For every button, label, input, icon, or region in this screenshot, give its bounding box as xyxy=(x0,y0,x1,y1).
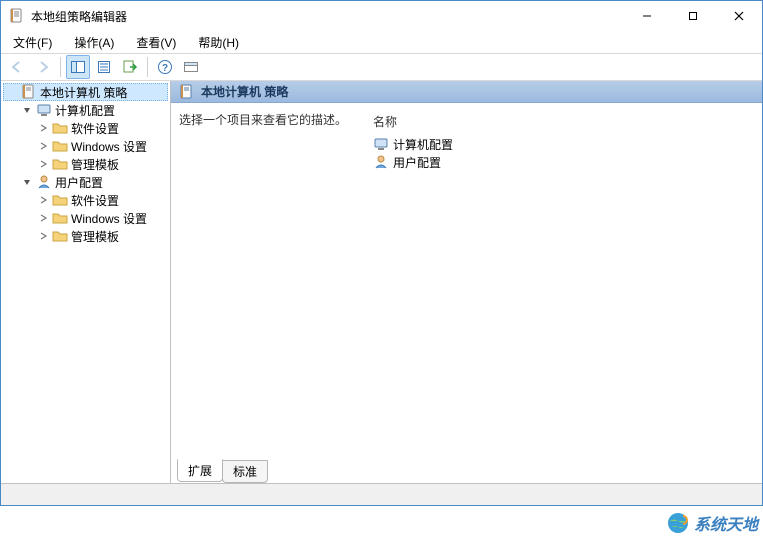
folder-icon xyxy=(52,138,68,154)
close-button[interactable] xyxy=(716,1,762,31)
description-pane: 选择一个项目来查看它的描述。 xyxy=(179,111,369,460)
globe-icon xyxy=(666,511,690,535)
tree-label: 软件设置 xyxy=(71,120,119,137)
minimize-button[interactable] xyxy=(624,1,670,31)
tree-admin-templates[interactable]: 管理模板 xyxy=(35,227,168,245)
tree-computer-config[interactable]: 计算机配置 xyxy=(19,101,168,119)
tree-panel: 本地计算机 策略 xyxy=(1,81,171,483)
tab-extended[interactable]: 扩展 xyxy=(177,459,223,482)
toolbar: ? xyxy=(1,53,762,81)
policy-doc-icon xyxy=(179,84,195,100)
tree-label: 管理模板 xyxy=(71,228,119,245)
status-bar xyxy=(1,483,762,505)
tree-root-label: 本地计算机 策略 xyxy=(40,84,127,101)
computer-icon xyxy=(36,102,52,118)
tab-standard[interactable]: 标准 xyxy=(222,460,268,483)
export-list-button[interactable] xyxy=(118,55,142,79)
menu-action[interactable]: 操作(A) xyxy=(68,32,120,53)
toolbar-separator xyxy=(147,57,148,77)
folder-icon xyxy=(52,156,68,172)
menu-view[interactable]: 查看(V) xyxy=(130,32,182,53)
tree-root[interactable]: 本地计算机 策略 xyxy=(3,83,168,101)
tree-label: 计算机配置 xyxy=(55,102,115,119)
computer-icon xyxy=(373,136,389,152)
tree-label: 管理模板 xyxy=(71,156,119,173)
watermark-text: 系统天地 xyxy=(694,511,758,535)
content-area: 选择一个项目来查看它的描述。 名称 xyxy=(171,103,762,460)
list-items: 计算机配置 用户配置 xyxy=(369,131,754,171)
folder-icon xyxy=(52,210,68,226)
tree-label: 用户配置 xyxy=(55,174,103,191)
show-hide-tree-button[interactable] xyxy=(66,55,90,79)
chevron-down-icon[interactable] xyxy=(21,104,33,116)
list-item-label: 计算机配置 xyxy=(393,136,453,153)
back-button[interactable] xyxy=(5,55,29,79)
policy-doc-icon xyxy=(21,84,37,100)
tree-software-settings[interactable]: 软件设置 xyxy=(35,119,168,137)
svg-text:?: ? xyxy=(162,63,168,74)
chevron-right-icon[interactable] xyxy=(37,194,49,206)
tab-label: 标准 xyxy=(233,465,257,479)
properties-button[interactable] xyxy=(92,55,116,79)
chevron-right-icon[interactable] xyxy=(37,140,49,152)
folder-icon xyxy=(52,192,68,208)
right-panel: 本地计算机 策略 选择一个项目来查看它的描述。 名称 xyxy=(171,81,762,483)
tree-label: Windows 设置 xyxy=(71,210,147,227)
title-bar: 本地组策略编辑器 xyxy=(1,1,762,31)
filter-button[interactable] xyxy=(179,55,203,79)
result-header-title: 本地计算机 策略 xyxy=(201,83,288,100)
tree-admin-templates[interactable]: 管理模板 xyxy=(35,155,168,173)
window-controls xyxy=(624,1,762,31)
chevron-right-icon[interactable] xyxy=(37,158,49,170)
tabs-row: 扩展 标准 xyxy=(171,459,762,483)
tree-label: Windows 设置 xyxy=(71,138,147,155)
toolbar-separator xyxy=(60,57,61,77)
tree-windows-settings[interactable]: Windows 设置 xyxy=(35,137,168,155)
window-title: 本地组策略编辑器 xyxy=(31,8,127,25)
menu-file[interactable]: 文件(F) xyxy=(7,32,58,53)
list-item-user-config[interactable]: 用户配置 xyxy=(369,153,754,171)
user-icon xyxy=(36,174,52,190)
maximize-button[interactable] xyxy=(670,1,716,31)
navigation-tree[interactable]: 本地计算机 策略 xyxy=(3,83,168,245)
gpedit-window: 本地组策略编辑器 文件(F) 操作(A) 查看(V) 帮助(H) xyxy=(0,0,763,506)
chevron-right-icon[interactable] xyxy=(37,230,49,242)
column-header-name[interactable]: 名称 xyxy=(369,111,754,131)
forward-button[interactable] xyxy=(31,55,55,79)
menu-help[interactable]: 帮助(H) xyxy=(192,32,245,53)
chevron-down-icon[interactable] xyxy=(21,176,33,188)
list-item-label: 用户配置 xyxy=(393,154,441,171)
help-button[interactable]: ? xyxy=(153,55,177,79)
tree-windows-settings[interactable]: Windows 设置 xyxy=(35,209,168,227)
work-area: 本地计算机 策略 xyxy=(1,81,762,483)
tree-user-config[interactable]: 用户配置 xyxy=(19,173,168,191)
menu-bar: 文件(F) 操作(A) 查看(V) 帮助(H) xyxy=(1,31,762,53)
folder-icon xyxy=(52,120,68,136)
description-text: 选择一个项目来查看它的描述。 xyxy=(179,113,347,127)
tab-label: 扩展 xyxy=(188,464,212,478)
list-pane: 名称 计算机配置 xyxy=(369,111,754,460)
tree-software-settings[interactable]: 软件设置 xyxy=(35,191,168,209)
list-item-computer-config[interactable]: 计算机配置 xyxy=(369,135,754,153)
watermark: 系统天地 xyxy=(666,511,758,535)
result-header: 本地计算机 策略 xyxy=(171,81,762,103)
app-icon xyxy=(9,8,25,24)
tree-label: 软件设置 xyxy=(71,192,119,209)
chevron-right-icon[interactable] xyxy=(37,212,49,224)
column-header-label: 名称 xyxy=(373,113,397,130)
chevron-right-icon[interactable] xyxy=(37,122,49,134)
folder-icon xyxy=(52,228,68,244)
user-icon xyxy=(373,154,389,170)
